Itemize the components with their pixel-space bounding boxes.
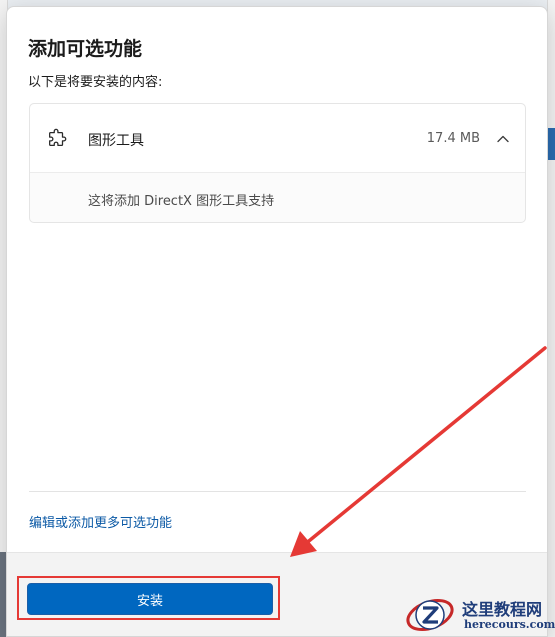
install-button[interactable]: 安装 <box>27 583 273 615</box>
feature-expander: 图形工具 17.4 MB 这将添加 DirectX 图形工具支持 <box>29 103 526 223</box>
watermark: 这里教程网 herecours.com <box>404 592 555 637</box>
watermark-title: 这里教程网 <box>462 600 543 619</box>
dialog-title: 添加可选功能 <box>28 38 143 60</box>
chevron-up-icon[interactable] <box>495 131 511 147</box>
divider <box>29 491 526 492</box>
feature-size: 17.4 MB <box>426 131 480 146</box>
feature-name: 图形工具 <box>88 133 144 149</box>
watermark-url: herecours.com <box>464 618 555 631</box>
background-window-accent <box>547 128 555 160</box>
watermark-logo-icon <box>406 598 454 632</box>
dialog-subtitle: 以下是将要安装的内容: <box>28 75 163 90</box>
background-window-right <box>547 0 555 637</box>
puzzle-icon <box>49 128 67 147</box>
more-features-link[interactable]: 编辑或添加更多可选功能 <box>29 512 172 531</box>
feature-description: 这将添加 DirectX 图形工具支持 <box>88 194 275 209</box>
optional-features-dialog: 添加可选功能 以下是将要安装的内容: 图形工具 17.4 MB 这将添加 Dir… <box>6 6 548 637</box>
feature-expander-header[interactable]: 图形工具 17.4 MB <box>30 104 525 173</box>
